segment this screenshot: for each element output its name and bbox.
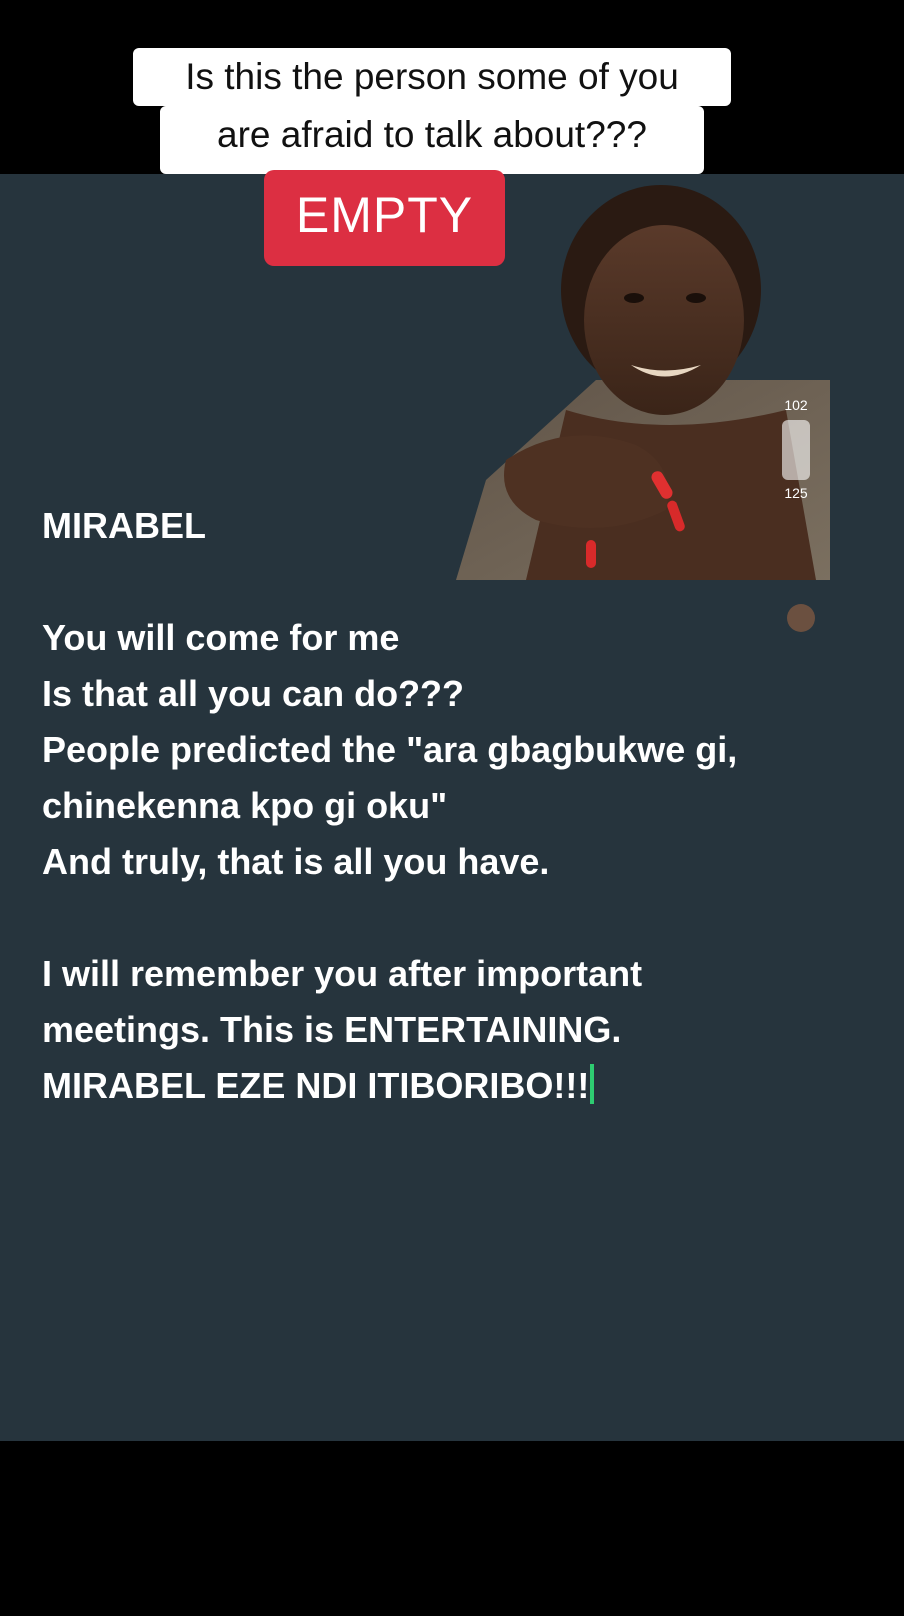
post-text: MIRABEL You will come for me Is that all… <box>42 498 862 1114</box>
post-closing-1: I will remember you after important <box>42 953 643 994</box>
post-closing-3: MIRABEL EZE NDI ITIBORIBO!!! <box>42 1065 590 1106</box>
post-line-5: And truly, that is all you have. <box>42 841 550 882</box>
post-closing-3-wrapper: MIRABEL EZE NDI ITIBORIBO!!! <box>42 1058 862 1114</box>
post-line-3: People predicted the "ara gbagbukwe gi, <box>42 729 738 770</box>
bottom-letterbox <box>0 1441 904 1616</box>
caption-line-1: Is this the person some of you <box>133 48 731 106</box>
post-title: MIRABEL <box>42 505 206 546</box>
post-line-1: You will come for me <box>42 617 400 658</box>
overlay-number-1: 102 <box>784 397 808 413</box>
caption-line-2: are afraid to talk about??? <box>160 106 704 174</box>
text-cursor <box>590 1064 595 1104</box>
post-line-4: chinekenna kpo gi oku" <box>42 785 448 826</box>
post-line-2: Is that all you can do??? <box>42 673 465 714</box>
story-frame: Is this the person some of you are afrai… <box>0 0 904 1616</box>
post-closing-2: meetings. This is ENTERTAINING. <box>42 1009 622 1050</box>
